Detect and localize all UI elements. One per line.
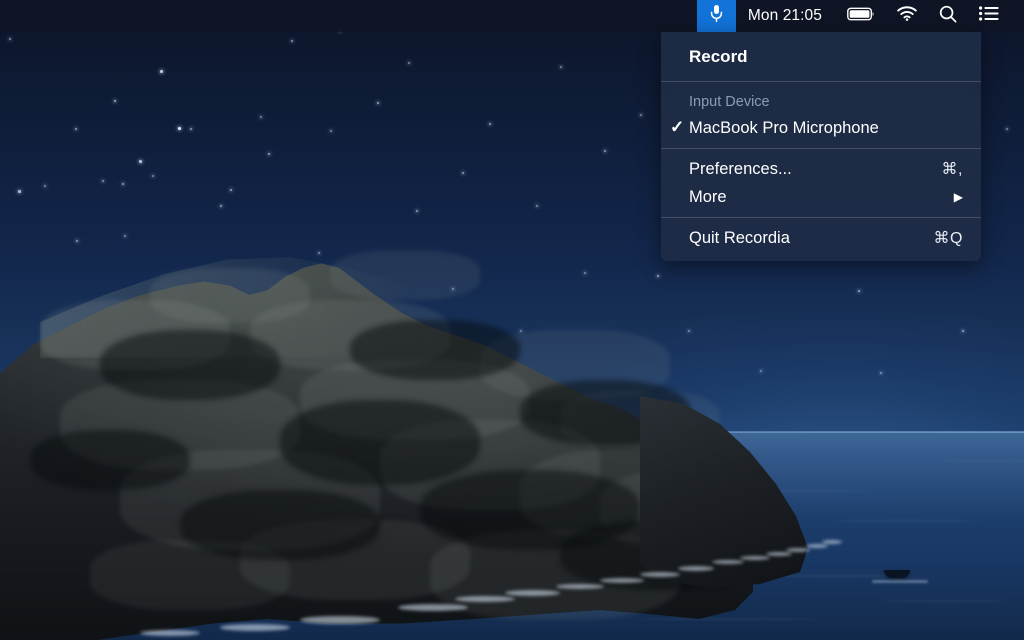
- shore-foam: [822, 540, 842, 544]
- menubar-clock[interactable]: Mon 21:05: [736, 7, 836, 25]
- wave-streak: [940, 460, 1024, 462]
- rock-texture: [330, 250, 480, 300]
- shore-foam: [766, 552, 792, 556]
- menubar-item-spotlight[interactable]: [928, 0, 968, 32]
- star: [18, 190, 21, 193]
- control-center-icon: [979, 6, 999, 26]
- rock-shadow: [30, 430, 190, 490]
- menu-item-more-label: More: [689, 187, 727, 206]
- search-icon: [939, 5, 957, 28]
- rock-shadow: [180, 490, 380, 560]
- chevron-right-icon: ▶: [953, 190, 963, 204]
- shore-foam: [220, 624, 290, 631]
- menu-item-preferences-shortcut: ⌘,: [941, 161, 963, 178]
- wave-streak: [880, 600, 1010, 602]
- shore-foam: [640, 572, 680, 577]
- menu-item-more[interactable]: More ▶: [661, 183, 981, 211]
- menu-item-quit-recordia-shortcut: ⌘Q: [933, 230, 963, 247]
- boat: [884, 570, 910, 578]
- wifi-icon: [897, 6, 917, 26]
- rock-shadow: [350, 320, 520, 380]
- desktop-screen: Mon 21:05 Record Input Device ✓ MacBook …: [0, 0, 1024, 640]
- shore-foam: [712, 560, 744, 564]
- menu-section-input-device-label: Input Device: [689, 94, 770, 110]
- menu-item-preferences-label: Preferences...: [689, 159, 792, 178]
- shore-foam: [505, 590, 560, 596]
- menu-bottom-padding: [661, 252, 981, 261]
- wave-streak: [830, 520, 980, 522]
- shore-foam: [678, 566, 714, 571]
- shore-foam: [806, 544, 828, 548]
- boat-wake: [872, 580, 928, 583]
- menu-section-input-device: Input Device: [661, 88, 981, 114]
- menu-bar: Mon 21:05: [0, 0, 1024, 32]
- shore-foam: [740, 556, 770, 560]
- menu-item-record[interactable]: Record: [661, 39, 981, 75]
- battery-icon: [847, 7, 875, 26]
- rock-shadow: [280, 400, 480, 485]
- menu-top-padding: [661, 32, 981, 39]
- menubar-item-battery[interactable]: [836, 0, 886, 32]
- menu-item-preferences[interactable]: Preferences... ⌘,: [661, 155, 981, 183]
- star: [160, 70, 163, 73]
- menu-item-quit-recordia[interactable]: Quit Recordia ⌘Q: [661, 224, 981, 252]
- shore-foam: [455, 596, 515, 602]
- shore-foam: [300, 616, 380, 624]
- recordia-dropdown-menu: Record Input Device ✓ MacBook Pro Microp…: [661, 32, 981, 261]
- menubar-item-wifi[interactable]: [886, 0, 928, 32]
- menu-item-macbook-pro-microphone[interactable]: ✓ MacBook Pro Microphone: [661, 114, 981, 142]
- menubar-item-recordia[interactable]: [696, 0, 736, 32]
- wave-streak: [640, 618, 820, 620]
- rock-shadow: [100, 330, 280, 400]
- star: [760, 370, 762, 372]
- shore-foam: [786, 548, 810, 552]
- microphone-icon: [709, 4, 724, 28]
- menu-item-quit-recordia-label: Quit Recordia: [689, 228, 790, 247]
- menu-item-record-label: Record: [689, 47, 748, 66]
- shore-foam: [398, 604, 468, 611]
- checkmark-icon: ✓: [670, 117, 685, 137]
- shore-foam: [600, 578, 644, 583]
- shore-foam: [556, 584, 604, 589]
- menubar-item-control-center[interactable]: [968, 0, 1010, 32]
- star: [139, 160, 142, 163]
- shore-foam: [140, 630, 200, 636]
- menu-item-macbook-pro-microphone-label: MacBook Pro Microphone: [689, 118, 879, 137]
